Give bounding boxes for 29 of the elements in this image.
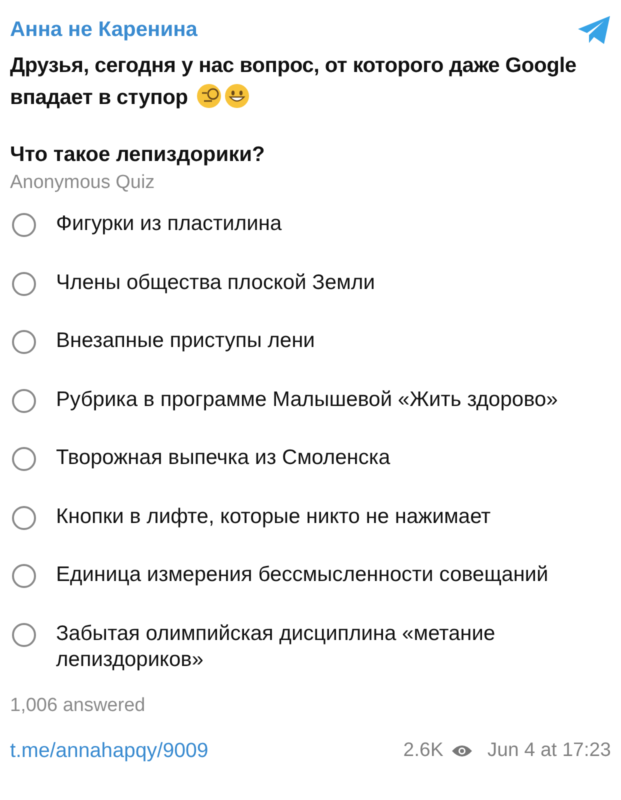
option-label[interactable]: Члены общества плоской Земли [56,262,395,296]
radio-button[interactable] [12,388,36,412]
radio-button[interactable] [12,564,36,588]
option-label[interactable]: Фигурки из пластилина [56,204,302,237]
quiz-type: Anonymous Quiz [10,172,156,194]
radio-button[interactable] [12,330,36,354]
message-text: впадает в ступор [10,86,188,109]
message-text: Друзья, сегодня у нас вопрос, от которого даже Google [10,53,578,79]
option-label[interactable]: Забытая олимпийская дисциплина «метание лепиздориков» [56,614,611,672]
radio-button[interactable] [12,506,36,530]
option-label[interactable]: Кнопки в лифте, которые никто не нажимает [56,496,511,530]
radio-button[interactable] [12,622,36,646]
radio-button[interactable] [12,447,36,471]
radio-button[interactable] [12,272,36,296]
paper-plane-icon [577,15,611,45]
quiz-question: Что такое лепиздорики? [10,142,266,168]
option-label[interactable]: Единица измерения бессмысленности совещаний [56,555,568,588]
view-count: 2.6K [403,739,444,762]
grinning-emoji-icon [224,83,250,109]
eye-icon [451,744,474,758]
radio-button[interactable] [12,213,36,237]
post-link[interactable]: t.me/annahapqy/9009 [10,738,208,762]
option-label[interactable]: Творожная выпечка из Смоленска [56,438,410,471]
option-label[interactable]: Рубрика в программе Малышевой «Жить здорово» [56,380,578,412]
option-label[interactable]: Внезапные приступы лени [56,321,335,354]
post-date: Jun 4 at 17:23 [487,739,611,762]
channel-name[interactable]: Анна не Каренина [10,18,198,42]
answer-count: 1,006 answered [10,694,146,716]
monocle-emoji-icon [196,83,222,109]
